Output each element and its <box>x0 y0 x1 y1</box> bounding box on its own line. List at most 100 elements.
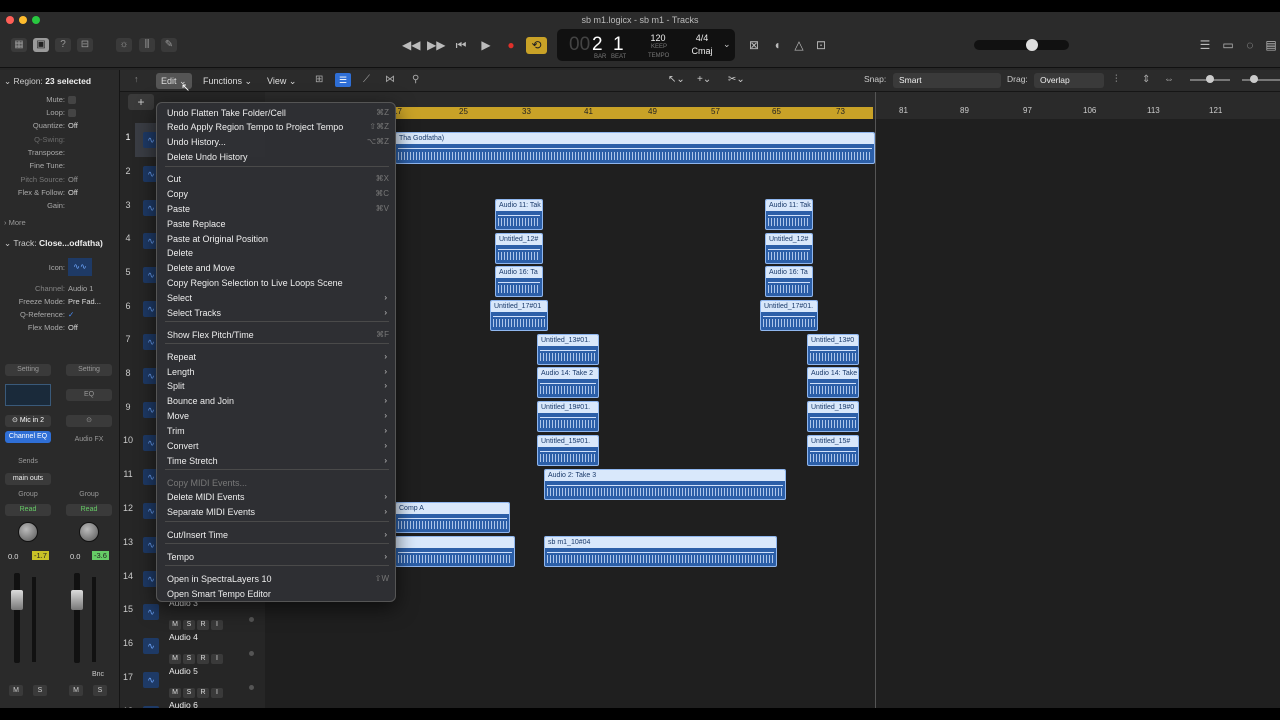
edit-menu-item[interactable]: Copy Region Selection to Live Loops Scen… <box>167 276 389 290</box>
mute-button[interactable]: M <box>9 685 23 696</box>
output-slot[interactable]: main outs <box>5 473 51 485</box>
edit-menu-item[interactable]: Select Tracks › <box>167 306 389 320</box>
go-to-beginning-icon[interactable]: ⏮ <box>452 37 470 53</box>
flex-icon[interactable]: ⋈ <box>385 74 395 85</box>
audio-region[interactable]: Tha Godfatha) <box>395 132 875 164</box>
edit-menu-item[interactable]: Paste Replace <box>167 217 389 231</box>
audio-region[interactable]: Untitled_17#01. <box>760 300 818 331</box>
mute-checkbox[interactable] <box>68 96 76 104</box>
audio-region[interactable]: Untitled_15#01. <box>537 435 599 466</box>
rewind-icon[interactable]: ◀◀ <box>402 37 420 53</box>
volume-knob[interactable] <box>1026 39 1038 51</box>
master-volume-slider[interactable] <box>974 39 1069 51</box>
region-header[interactable]: ⌄ Region: 23 selected <box>4 76 91 87</box>
edit-menu-item[interactable]: Separate MIDI Events › <box>167 505 389 519</box>
edit-menu-item[interactable]: Select › <box>167 291 389 305</box>
link-icon[interactable]: ⊙ <box>66 415 112 427</box>
audio-region[interactable]: sb m1_10#04 <box>544 536 777 567</box>
functions-menu-button[interactable]: Functions ⌄ <box>198 73 257 89</box>
edit-menu-item[interactable]: Trim › <box>167 424 389 438</box>
inspector-icon[interactable]: ▣ <box>33 38 49 52</box>
edit-menu-item[interactable]: Tempo › <box>167 550 389 564</box>
audio-region[interactable]: Audio 2: Take 3 <box>544 469 786 500</box>
mute-button[interactable]: M <box>69 685 83 696</box>
channel-eq-plugin[interactable]: Channel EQ <box>5 431 51 443</box>
loop-checkbox[interactable] <box>68 109 76 117</box>
browser-icon[interactable]: ▤ <box>1262 37 1280 53</box>
scissors-tool-icon[interactable]: ✂⌄ <box>728 74 745 85</box>
audio-fx-slot[interactable]: Audio FX <box>66 434 112 446</box>
audio-region[interactable]: Untitled_13#01. <box>537 334 599 365</box>
pointer-tool-icon[interactable]: ↖⌄ <box>668 74 685 85</box>
edit-menu-item[interactable]: Copy ⌘C <box>167 187 389 201</box>
tuner-icon[interactable]: ⊠ <box>745 37 763 53</box>
bounce-button[interactable]: Bnc <box>92 671 104 678</box>
inspector-row[interactable]: Mute: <box>0 94 120 106</box>
track-header[interactable]: ∿ Audio 4MSRI <box>135 629 265 664</box>
audio-region[interactable]: Audio 16: Ta <box>765 266 813 297</box>
play-icon[interactable]: ▶ <box>477 37 495 53</box>
eq-button[interactable]: EQ <box>66 389 112 401</box>
drag-dropdown[interactable]: Overlap <box>1034 73 1104 88</box>
volume-fader[interactable] <box>71 590 83 610</box>
edit-menu-item[interactable]: Show Flex Pitch/Time ⌘F <box>167 328 389 342</box>
setting-button[interactable]: Setting <box>66 364 112 376</box>
toolbar-icon[interactable]: ⊟ <box>77 38 93 52</box>
inspector-row[interactable]: Pitch Source: Off <box>0 174 120 186</box>
edit-menu-item[interactable]: Move › <box>167 409 389 423</box>
back-arrow-icon[interactable]: ↑ <box>134 74 139 84</box>
record-icon[interactable]: ● <box>502 37 520 53</box>
edit-menu-item[interactable]: Cut/Insert Time › <box>167 528 389 542</box>
cycle-icon[interactable]: ⟲ <box>526 37 547 54</box>
volume-fader[interactable] <box>11 590 23 610</box>
edit-menu-item[interactable]: Bounce and Join › <box>167 394 389 408</box>
inspector-row[interactable]: Q-Swing: <box>0 134 120 146</box>
input-slot[interactable]: ⊙ Mic in 2 <box>5 415 51 427</box>
audio-region[interactable]: Untitled_19#0 <box>807 401 859 432</box>
audio-region[interactable]: Untitled_13#0 <box>807 334 859 365</box>
smart-controls-icon[interactable]: ☼ <box>116 38 132 52</box>
setting-button[interactable]: Setting <box>5 364 51 376</box>
audio-region[interactable]: Untitled_12# <box>765 233 813 264</box>
inspector-row[interactable]: Quantize: Off <box>0 120 120 132</box>
chevron-down-icon[interactable]: ⌄ <box>723 39 731 50</box>
volume-fader-track[interactable] <box>74 573 80 663</box>
edit-menu-item[interactable]: Delete Undo History <box>167 150 389 164</box>
automation-mode[interactable]: Read <box>5 504 51 516</box>
horizontal-zoom-icon[interactable]: ⇔ <box>1164 74 1174 85</box>
notepad-icon[interactable]: ▭ <box>1219 37 1237 53</box>
waveform-icon[interactable]: ∿∿ <box>68 258 92 276</box>
edit-menu-item[interactable]: Undo Flatten Take Folder/Cell ⌘Z <box>167 106 389 120</box>
editors-icon[interactable]: ✎ <box>161 38 177 52</box>
edit-menu-item[interactable]: Split › <box>167 379 389 393</box>
audio-region[interactable]: Untitled_15# <box>807 435 859 466</box>
metronome-icon[interactable]: △ <box>790 37 808 53</box>
count-in-icon[interactable]: ⊡ <box>812 37 830 53</box>
more-disclosure[interactable]: › More <box>4 218 26 227</box>
track-header[interactable]: ⌄ Track: Close...odfatha) <box>4 238 103 249</box>
track-name[interactable]: Audio 6 <box>169 700 198 708</box>
audio-region[interactable]: Audio 11: Tak <box>495 199 543 230</box>
group-slot[interactable]: Group <box>5 489 51 501</box>
edit-menu-item[interactable]: Delete <box>167 246 389 260</box>
edit-menu-item[interactable]: Paste ⌘V <box>167 202 389 216</box>
fast-forward-icon[interactable]: ▶▶ <box>427 37 445 53</box>
add-track-button[interactable]: + <box>128 94 154 110</box>
horizontal-zoom-knob[interactable] <box>1250 75 1258 83</box>
edit-menu-item[interactable]: Delete MIDI Events › <box>167 490 389 504</box>
audio-region[interactable]: Audio 14: Take 2 <box>537 367 599 398</box>
audio-region[interactable]: Audio 16: Ta <box>495 266 543 297</box>
catch-icon[interactable]: ⚲ <box>412 74 419 85</box>
view-menu-button[interactable]: View ⌄ <box>262 73 301 89</box>
list-editors-icon[interactable]: ☰ <box>1196 37 1214 53</box>
volume-fader-track[interactable] <box>14 573 20 663</box>
grid-view-icon[interactable]: ⊞ <box>315 74 323 85</box>
waveform-zoom-icon[interactable]: ⫶ <box>1115 74 1118 85</box>
cycle-area[interactable]: 17 25 33 41 49 57 65 73 <box>393 107 873 119</box>
track-name[interactable]: Audio 4 <box>169 632 198 642</box>
project-end-marker[interactable] <box>875 92 876 708</box>
vertical-zoom-icon[interactable]: ⇕ <box>1142 74 1150 85</box>
edit-menu-item[interactable]: Length › <box>167 365 389 379</box>
pan-knob[interactable] <box>79 522 99 542</box>
sends-slot[interactable]: Sends <box>5 456 51 468</box>
